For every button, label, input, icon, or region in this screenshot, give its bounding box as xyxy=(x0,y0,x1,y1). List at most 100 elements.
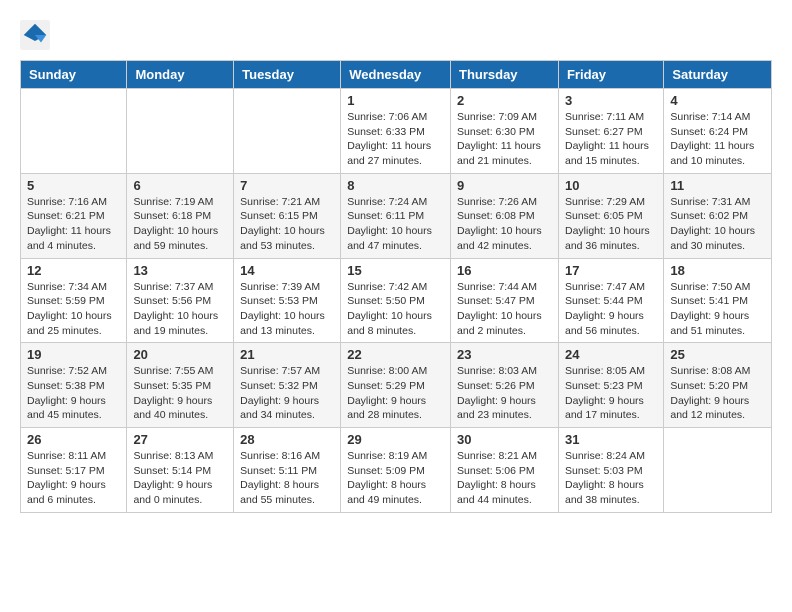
day-info: Sunrise: 7:29 AMSunset: 6:05 PMDaylight:… xyxy=(565,195,657,254)
weekday-header-monday: Monday xyxy=(127,61,234,89)
day-cell: 11Sunrise: 7:31 AMSunset: 6:02 PMDayligh… xyxy=(664,173,772,258)
day-info: Sunrise: 7:24 AMSunset: 6:11 PMDaylight:… xyxy=(347,195,444,254)
day-number: 28 xyxy=(240,432,334,447)
day-number: 23 xyxy=(457,347,552,362)
day-number: 9 xyxy=(457,178,552,193)
day-info: Sunrise: 7:11 AMSunset: 6:27 PMDaylight:… xyxy=(565,110,657,169)
day-cell: 10 Sunrise: 7:29 AMSunset: 6:05 PMDayligh… xyxy=(558,173,663,258)
day-info: Sunrise: 7:16 AMSunset: 6:21 PMDaylight:… xyxy=(27,195,120,254)
day-cell: 24 Sunrise: 8:05 AMSunset: 5:23 PMDayligh… xyxy=(558,343,663,428)
day-number: 21 xyxy=(240,347,334,362)
day-number: 2 xyxy=(457,93,552,108)
day-info: Sunrise: 7:42 AMSunset: 5:50 PMDaylight:… xyxy=(347,280,444,339)
day-cell: 31 Sunrise: 8:24 AMSunset: 5:03 PMDayligh… xyxy=(558,428,663,513)
day-cell: 12 Sunrise: 7:34 AMSunset: 5:59 PMDayligh… xyxy=(21,258,127,343)
day-info: Sunrise: 7:39 AMSunset: 5:53 PMDaylight:… xyxy=(240,280,334,339)
day-info: Sunrise: 7:37 AMSunset: 5:56 PMDaylight:… xyxy=(133,280,227,339)
day-cell: 9 Sunrise: 7:26 AMSunset: 6:08 PMDaylight… xyxy=(451,173,559,258)
calendar-table: SundayMondayTuesdayWednesdayThursdayFrid… xyxy=(20,60,772,513)
day-cell: 25Sunrise: 8:08 AMSunset: 5:20 PMDayligh… xyxy=(664,343,772,428)
weekday-header-sunday: Sunday xyxy=(21,61,127,89)
day-info: Sunrise: 7:44 AMSunset: 5:47 PMDaylight:… xyxy=(457,280,552,339)
day-number: 30 xyxy=(457,432,552,447)
weekday-header-row: SundayMondayTuesdayWednesdayThursdayFrid… xyxy=(21,61,772,89)
day-cell: 5 Sunrise: 7:16 AMSunset: 6:21 PMDaylight… xyxy=(21,173,127,258)
day-cell: 1 Sunrise: 7:06 AMSunset: 6:33 PMDaylight… xyxy=(341,89,451,174)
day-cell: 30Sunrise: 8:21 AMSunset: 5:06 PMDayligh… xyxy=(451,428,559,513)
day-number: 12 xyxy=(27,263,120,278)
day-cell: 7Sunrise: 7:21 AMSunset: 6:15 PMDaylight… xyxy=(234,173,341,258)
day-number: 1 xyxy=(347,93,444,108)
day-info: Sunrise: 7:06 AMSunset: 6:33 PMDaylight:… xyxy=(347,110,444,169)
weekday-header-saturday: Saturday xyxy=(664,61,772,89)
day-cell xyxy=(21,89,127,174)
day-info: Sunrise: 8:19 AMSunset: 5:09 PMDaylight:… xyxy=(347,449,444,508)
day-info: Sunrise: 7:26 AMSunset: 6:08 PMDaylight:… xyxy=(457,195,552,254)
day-cell: 3 Sunrise: 7:11 AMSunset: 6:27 PMDaylight… xyxy=(558,89,663,174)
weekday-header-friday: Friday xyxy=(558,61,663,89)
day-info: Sunrise: 8:24 AMSunset: 5:03 PMDaylight:… xyxy=(565,449,657,508)
day-cell: 17 Sunrise: 7:47 AMSunset: 5:44 PMDayligh… xyxy=(558,258,663,343)
day-number: 29 xyxy=(347,432,444,447)
day-info: Sunrise: 7:21 AMSunset: 6:15 PMDaylight:… xyxy=(240,195,334,254)
day-number: 31 xyxy=(565,432,657,447)
day-cell: 8 Sunrise: 7:24 AMSunset: 6:11 PMDaylight… xyxy=(341,173,451,258)
day-info: Sunrise: 7:57 AMSunset: 5:32 PMDaylight:… xyxy=(240,364,334,423)
logo xyxy=(20,20,54,50)
day-info: Sunrise: 8:05 AMSunset: 5:23 PMDaylight:… xyxy=(565,364,657,423)
day-info: Sunrise: 7:47 AMSunset: 5:44 PMDaylight:… xyxy=(565,280,657,339)
day-info: Sunrise: 7:34 AMSunset: 5:59 PMDaylight:… xyxy=(27,280,120,339)
day-number: 10 xyxy=(565,178,657,193)
day-cell: 15 Sunrise: 7:42 AMSunset: 5:50 PMDayligh… xyxy=(341,258,451,343)
day-cell: 16 Sunrise: 7:44 AMSunset: 5:47 PMDayligh… xyxy=(451,258,559,343)
day-info: Sunrise: 8:08 AMSunset: 5:20 PMDaylight:… xyxy=(670,364,765,423)
day-info: Sunrise: 7:09 AMSunset: 6:30 PMDaylight:… xyxy=(457,110,552,169)
day-info: Sunrise: 8:00 AMSunset: 5:29 PMDaylight:… xyxy=(347,364,444,423)
day-cell xyxy=(127,89,234,174)
day-number: 5 xyxy=(27,178,120,193)
day-number: 14 xyxy=(240,263,334,278)
weekday-header-tuesday: Tuesday xyxy=(234,61,341,89)
day-info: Sunrise: 7:50 AMSunset: 5:41 PMDaylight:… xyxy=(670,280,765,339)
day-number: 16 xyxy=(457,263,552,278)
day-number: 24 xyxy=(565,347,657,362)
day-cell: 2 Sunrise: 7:09 AMSunset: 6:30 PMDaylight… xyxy=(451,89,559,174)
day-number: 15 xyxy=(347,263,444,278)
day-cell xyxy=(664,428,772,513)
day-cell: 26Sunrise: 8:11 AMSunset: 5:17 PMDayligh… xyxy=(21,428,127,513)
day-info: Sunrise: 8:11 AMSunset: 5:17 PMDaylight:… xyxy=(27,449,120,508)
day-number: 6 xyxy=(133,178,227,193)
day-number: 4 xyxy=(670,93,765,108)
day-info: Sunrise: 7:52 AMSunset: 5:38 PMDaylight:… xyxy=(27,364,120,423)
day-number: 27 xyxy=(133,432,227,447)
day-cell: 28 Sunrise: 8:16 AMSunset: 5:11 PMDayligh… xyxy=(234,428,341,513)
day-cell: 22 Sunrise: 8:00 AMSunset: 5:29 PMDayligh… xyxy=(341,343,451,428)
week-row-4: 19 Sunrise: 7:52 AMSunset: 5:38 PMDayligh… xyxy=(21,343,772,428)
day-number: 22 xyxy=(347,347,444,362)
day-cell: 19 Sunrise: 7:52 AMSunset: 5:38 PMDayligh… xyxy=(21,343,127,428)
week-row-3: 12 Sunrise: 7:34 AMSunset: 5:59 PMDayligh… xyxy=(21,258,772,343)
logo-icon xyxy=(20,20,50,50)
day-cell xyxy=(234,89,341,174)
day-number: 19 xyxy=(27,347,120,362)
day-number: 20 xyxy=(133,347,227,362)
day-cell: 4Sunrise: 7:14 AMSunset: 6:24 PMDaylight… xyxy=(664,89,772,174)
day-cell: 6 Sunrise: 7:19 AMSunset: 6:18 PMDaylight… xyxy=(127,173,234,258)
week-row-5: 26Sunrise: 8:11 AMSunset: 5:17 PMDayligh… xyxy=(21,428,772,513)
day-number: 17 xyxy=(565,263,657,278)
day-number: 13 xyxy=(133,263,227,278)
day-cell: 29 Sunrise: 8:19 AMSunset: 5:09 PMDayligh… xyxy=(341,428,451,513)
day-number: 11 xyxy=(670,178,765,193)
day-cell: 27Sunrise: 8:13 AMSunset: 5:14 PMDayligh… xyxy=(127,428,234,513)
day-cell: 14 Sunrise: 7:39 AMSunset: 5:53 PMDayligh… xyxy=(234,258,341,343)
day-info: Sunrise: 7:19 AMSunset: 6:18 PMDaylight:… xyxy=(133,195,227,254)
day-info: Sunrise: 7:55 AMSunset: 5:35 PMDaylight:… xyxy=(133,364,227,423)
day-number: 3 xyxy=(565,93,657,108)
page-header xyxy=(20,20,772,50)
day-cell: 13 Sunrise: 7:37 AMSunset: 5:56 PMDayligh… xyxy=(127,258,234,343)
day-cell: 23 Sunrise: 8:03 AMSunset: 5:26 PMDayligh… xyxy=(451,343,559,428)
day-number: 8 xyxy=(347,178,444,193)
day-info: Sunrise: 8:16 AMSunset: 5:11 PMDaylight:… xyxy=(240,449,334,508)
week-row-2: 5 Sunrise: 7:16 AMSunset: 6:21 PMDaylight… xyxy=(21,173,772,258)
day-info: Sunrise: 8:03 AMSunset: 5:26 PMDaylight:… xyxy=(457,364,552,423)
